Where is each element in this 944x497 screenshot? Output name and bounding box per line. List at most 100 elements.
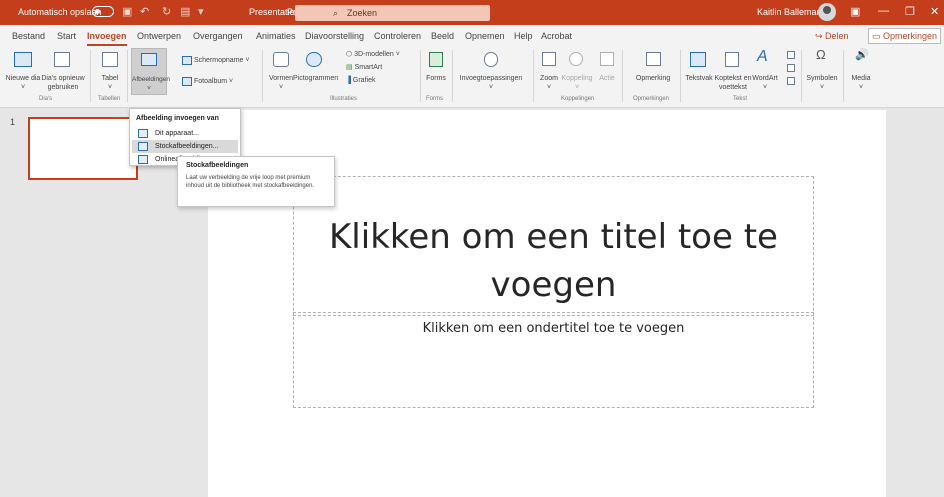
new-slide-label: Nieuwe dia	[5, 75, 41, 82]
addins-button[interactable]: Invoegtoepassingen ˅	[456, 74, 526, 92]
tab-overgangen[interactable]: Overgangen	[193, 31, 243, 41]
picture-icon	[141, 53, 157, 66]
title-placeholder[interactable]: Klikken om een titel toe te voegen	[293, 176, 814, 316]
photo-album-button[interactable]: Fotoalbum ˅	[194, 77, 233, 86]
tab-start[interactable]: Start	[57, 31, 76, 41]
vertical-scrollbar[interactable]	[930, 108, 944, 497]
zoom-icon	[542, 52, 556, 66]
tab-opnemen[interactable]: Opnemen	[465, 31, 505, 41]
restore-icon[interactable]: ❐	[905, 5, 915, 18]
symbols-label: Symbolen	[806, 75, 838, 82]
tab-beeld[interactable]: Beeld	[431, 31, 454, 41]
textbox-icon	[690, 52, 706, 67]
chevron-down-icon: ˅	[574, 84, 580, 91]
smartart-icon: ▤	[346, 64, 355, 71]
chevron-down-icon: ˅	[278, 84, 284, 91]
3d-models-label: 3D-modellen	[354, 51, 394, 58]
tab-controleren[interactable]: Controleren	[374, 31, 421, 41]
forms-button[interactable]: Forms	[424, 74, 448, 83]
share-icon: ↪	[815, 31, 826, 41]
group-label-tabellen: Tabellen	[98, 96, 121, 102]
group-label-forms: Forms	[426, 96, 443, 102]
search-box[interactable]: ⌕ Zoeken	[295, 5, 490, 21]
comment-icon	[646, 52, 661, 66]
group-label-illustraties: Illustraties	[330, 96, 358, 102]
start-from-beginning-icon[interactable]: ▤	[180, 5, 190, 18]
textbox-button[interactable]: Tekstvak	[684, 74, 714, 83]
chevron-down-icon: ˅	[107, 84, 113, 91]
comment-icon: ▭	[872, 31, 884, 41]
action-button[interactable]: Actie	[597, 74, 617, 83]
divider	[533, 50, 534, 102]
slide-number-icon[interactable]	[787, 64, 795, 72]
tab-diavoorstelling[interactable]: Diavoorstelling	[305, 31, 364, 41]
undo-icon[interactable]: ↶	[140, 5, 149, 18]
menu-item-label: Dit apparaat...	[155, 130, 199, 137]
chart-label: Grafiek	[352, 77, 376, 84]
tab-bestand[interactable]: Bestand	[12, 31, 45, 41]
stock-images-tooltip: Stockafbeeldingen Laat uw verbeelding de…	[177, 156, 335, 207]
link-button[interactable]: Koppeling ˅	[558, 74, 596, 92]
smartart-label: SmartArt	[354, 64, 383, 71]
header-footer-icon	[725, 52, 739, 67]
ribbon-display-icon[interactable]: ▣	[850, 5, 860, 18]
screenshot-button[interactable]: Schermopname ˅	[194, 56, 249, 65]
screenshot-label: Schermopname	[194, 57, 244, 64]
media-button[interactable]: Media ˅	[849, 74, 873, 92]
shapes-icon	[273, 52, 289, 67]
icons-button[interactable]: Pictogrammen	[293, 74, 338, 83]
header-footer-button[interactable]: Koptekst en voettekst	[713, 74, 753, 92]
share-button[interactable]: ↪ Delen	[815, 31, 849, 42]
divider	[843, 50, 844, 102]
reuse-slides-button[interactable]: Dia's opnieuw gebruiken	[40, 74, 86, 92]
divider	[452, 50, 453, 102]
chevron-down-icon: ˅	[395, 51, 400, 58]
chart-icon: ▐	[346, 77, 353, 84]
zoom-button[interactable]: Zoom ˅	[538, 74, 560, 92]
object-icon[interactable]	[787, 77, 795, 85]
title-placeholder-text: Klikken om een titel toe te voegen	[329, 217, 778, 305]
slide-thumbnail[interactable]	[28, 117, 138, 180]
smartart-button[interactable]: ▤ SmartArt	[346, 63, 382, 72]
tab-animaties[interactable]: Animaties	[256, 31, 296, 41]
avatar[interactable]	[818, 3, 836, 21]
autosave-toggle[interactable]	[92, 6, 114, 17]
3d-model-icon: ⬡	[346, 51, 355, 58]
menu-item-stock-images[interactable]: Stockafbeeldingen...	[132, 140, 238, 153]
chart-button[interactable]: ▐ Grafiek	[346, 76, 375, 85]
3d-models-button[interactable]: ⬡ 3D-modellen ˅	[346, 50, 400, 59]
save-icon[interactable]: ▣	[122, 5, 132, 18]
comments-button[interactable]: ▭ Opmerkingen	[868, 28, 942, 44]
minimize-icon[interactable]: —	[878, 5, 889, 17]
new-slide-button[interactable]: Nieuwe dia ˅	[4, 74, 42, 92]
pictures-button[interactable]: Afbeeldingen ˅	[131, 48, 170, 95]
table-icon	[102, 52, 118, 67]
table-button[interactable]: Tabel ˅	[96, 74, 124, 92]
stock-images-icon	[138, 142, 148, 151]
redo-icon[interactable]: ↻	[162, 5, 171, 18]
pictures-label: Afbeeldingen	[132, 76, 170, 83]
tab-acrobat[interactable]: Acrobat	[541, 31, 572, 41]
menu-item-label: Stockafbeeldingen...	[155, 143, 219, 150]
table-label: Tabel	[101, 75, 119, 82]
wordart-label: WordArt	[752, 75, 778, 82]
divider	[680, 50, 681, 102]
tab-invoegen[interactable]: Invoegen	[87, 31, 127, 46]
date-time-icon[interactable]	[787, 51, 795, 59]
subtitle-placeholder[interactable]: Klikken om een ondertitel toe te voegen	[293, 312, 814, 408]
wordart-button[interactable]: WordArt ˅	[749, 74, 781, 92]
shapes-button[interactable]: Vormen ˅	[266, 74, 296, 92]
customize-qat-icon[interactable]: ▾	[198, 5, 204, 18]
tab-ontwerpen[interactable]: Ontwerpen	[137, 31, 181, 41]
comment-button[interactable]: Opmerking	[630, 74, 676, 83]
symbols-button[interactable]: Symbolen ˅	[804, 74, 840, 92]
menu-item-this-device[interactable]: Dit apparaat...	[132, 127, 238, 140]
speaker-icon: 🔊	[855, 49, 869, 61]
close-icon[interactable]: ✕	[930, 5, 939, 18]
user-name[interactable]: Kaitlin Ballemans	[757, 7, 826, 17]
chevron-down-icon: ˅	[147, 85, 151, 92]
search-icon: ⌕	[333, 8, 339, 18]
zoom-label: Zoom	[540, 75, 558, 82]
tooltip-title: Stockafbeeldingen	[186, 162, 249, 169]
tab-help[interactable]: Help	[514, 31, 533, 41]
